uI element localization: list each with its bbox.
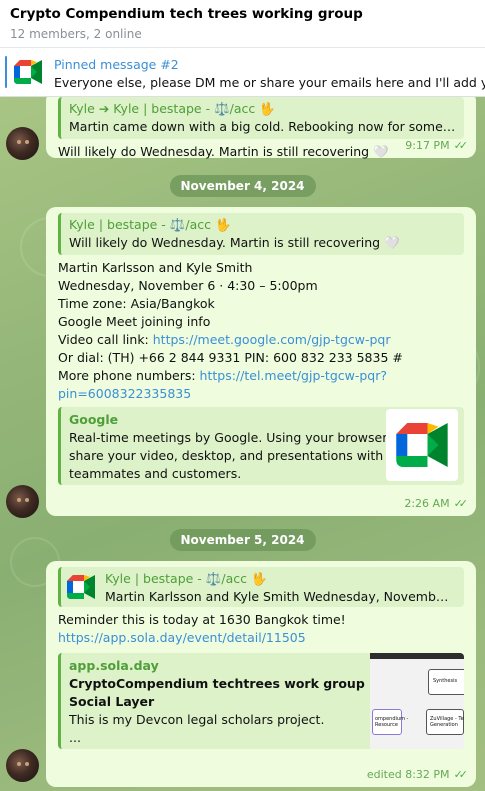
- message-line: Wednesday, November 6 · 4:30 – 5:00pm: [58, 278, 318, 293]
- pinned-text: Everyone else, please DM me or share you…: [54, 75, 485, 90]
- message-bubble[interactable]: Kyle | bestape - ⚖️/acc 🖖 Martin Karlsso…: [46, 561, 476, 787]
- phone-line-cont: pin=6008322335835: [58, 385, 464, 403]
- chat-subtitle: 12 members, 2 online: [10, 27, 142, 41]
- phone-line: More phone numbers: https://tel.meet/gjp…: [58, 368, 387, 383]
- message-time: 2:26 AM: [404, 497, 450, 510]
- preview-thumbnail: [386, 409, 458, 481]
- message-text: Will likely do Wednesday. Martin is stil…: [58, 144, 389, 159]
- phone-link-cont[interactable]: pin=6008322335835: [58, 386, 191, 401]
- thumb-node: Synthesis: [428, 669, 464, 695]
- quote-text: Martin Karlsson and Kyle Smith Wednesday…: [105, 589, 456, 604]
- double-check-icon: ✓✓: [453, 497, 469, 510]
- message-text: Reminder this is today at 1630 Bangkok t…: [58, 612, 346, 627]
- video-call-line: Video call link: https://meet.google.com…: [58, 332, 391, 347]
- message-time: 9:17 PM: [405, 139, 450, 152]
- message-bubble[interactable]: Kyle ➔ Kyle | bestape - ⚖️/acc 🖖 Martin …: [46, 97, 476, 159]
- event-link[interactable]: https://app.sola.day/event/detail/11505: [58, 630, 306, 645]
- link-preview[interactable]: Google Real-time meetings by Google. Usi…: [58, 407, 464, 485]
- message-meta: edited 8:32 PM ✓✓: [366, 768, 469, 781]
- reply-quote[interactable]: Kyle | bestape - ⚖️/acc 🖖 Martin Karlsso…: [58, 567, 464, 607]
- video-call-link[interactable]: https://meet.google.com/gjp-tgcw-pqr: [153, 332, 391, 347]
- message-line: Google Meet joining info: [58, 314, 211, 329]
- double-check-icon: ✓✓: [453, 139, 469, 152]
- message-time: edited 8:32 PM: [366, 768, 450, 781]
- pinned-message-bar[interactable]: Pinned message #2 Everyone else, please …: [0, 47, 485, 97]
- thumb-node: ompendium - Resource: [372, 709, 408, 735]
- quote-author: Kyle ➔ Kyle | bestape - ⚖️/acc 🖖: [69, 101, 275, 116]
- chat-area[interactable]: Kyle ➔ Kyle | bestape - ⚖️/acc 🖖 Martin …: [0, 97, 485, 791]
- message-bubble[interactable]: Kyle | bestape - ⚖️/acc 🖖 Will likely do…: [46, 207, 476, 516]
- google-meet-icon: [67, 575, 95, 599]
- quote-author: Kyle | bestape - ⚖️/acc 🖖: [105, 571, 267, 586]
- quote-author: Kyle | bestape - ⚖️/acc 🖖: [69, 217, 231, 232]
- reply-quote[interactable]: Kyle | bestape - ⚖️/acc 🖖 Will likely do…: [58, 213, 464, 255]
- message-meta: 9:17 PM ✓✓: [405, 139, 469, 152]
- double-check-icon: ✓✓: [453, 768, 469, 781]
- chat-header[interactable]: Crypto Compendium tech trees working gro…: [0, 0, 485, 47]
- preview-thumbnail: Synthesis ompendium - Resource ZuVillage…: [370, 653, 464, 749]
- avatar[interactable]: [6, 127, 39, 160]
- google-meet-icon: [14, 60, 42, 84]
- phone-link[interactable]: https://tel.meet/gjp-tgcw-pqr?: [200, 368, 387, 383]
- date-separator: November 4, 2024: [169, 175, 316, 197]
- pinned-indicator: [5, 56, 7, 88]
- thumb-node: ZuVillage - Tech Generation: [426, 709, 464, 735]
- google-meet-icon: [396, 423, 448, 467]
- chat-title: Crypto Compendium tech trees working gro…: [10, 6, 363, 22]
- message-line: Martin Karlsson and Kyle Smith: [58, 260, 253, 275]
- date-separator: November 5, 2024: [169, 529, 316, 551]
- quote-text: Martin came down with a big cold. Rebook…: [69, 119, 456, 134]
- pinned-title: Pinned message #2: [54, 57, 179, 72]
- message-meta: 2:26 AM ✓✓: [404, 497, 469, 510]
- link-preview[interactable]: app.sola.day CryptoCompendium techtrees …: [58, 653, 464, 749]
- avatar[interactable]: [6, 749, 39, 782]
- quote-text: Will likely do Wednesday. Martin is stil…: [69, 235, 400, 250]
- message-line: Time zone: Asia/Bangkok: [58, 296, 215, 311]
- dial-line: Or dial: (TH) +66 2 844 9331 PIN: 600 83…: [58, 350, 403, 365]
- avatar[interactable]: [6, 485, 39, 518]
- reply-quote[interactable]: Kyle ➔ Kyle | bestape - ⚖️/acc 🖖 Martin …: [58, 97, 464, 139]
